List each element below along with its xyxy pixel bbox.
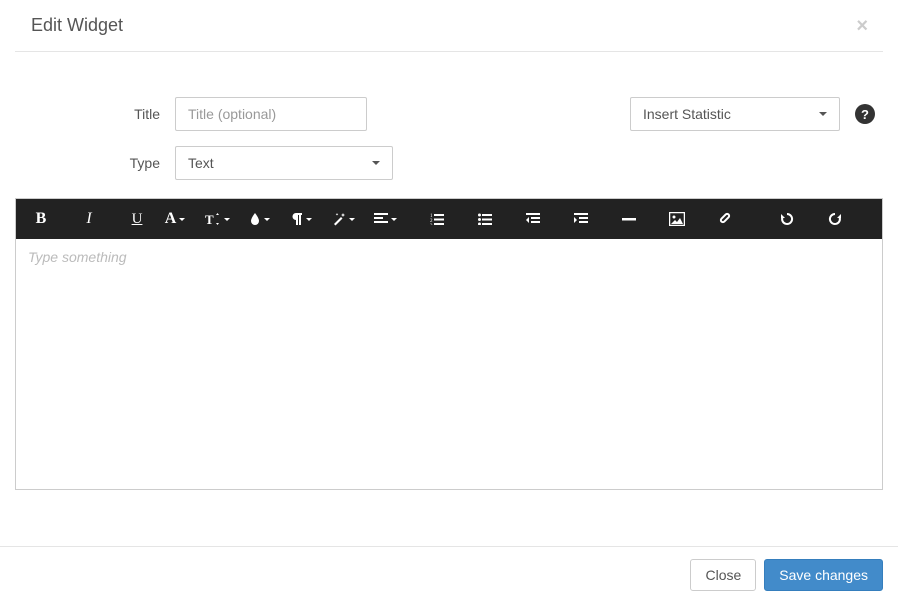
modal-body: Title Insert Statistic ? Type Text B I — [0, 52, 898, 505]
caret-down-icon — [372, 161, 380, 165]
text-color-button[interactable] — [240, 204, 278, 234]
insert-statistic-dropdown[interactable]: Insert Statistic — [630, 97, 840, 131]
modal-title: Edit Widget — [31, 15, 123, 36]
indent-button[interactable] — [566, 204, 596, 234]
type-label: Type — [15, 155, 175, 171]
chevron-down-icon — [264, 218, 270, 221]
minus-icon — [622, 213, 636, 225]
type-value: Text — [188, 155, 214, 171]
insert-image-button[interactable] — [662, 204, 692, 234]
caret-down-icon — [819, 112, 827, 116]
rich-text-editor: B I U A T — [15, 198, 883, 490]
align-button[interactable] — [366, 204, 404, 234]
redo-button[interactable] — [820, 204, 850, 234]
insert-link-button[interactable] — [710, 204, 740, 234]
modal-footer: Close Save changes — [0, 546, 898, 603]
magic-wand-icon — [332, 212, 346, 226]
list-ul-icon — [478, 213, 492, 225]
bold-button[interactable]: B — [26, 204, 56, 234]
title-row: Title Insert Statistic ? — [15, 97, 883, 131]
undo-icon — [780, 212, 794, 226]
tint-icon — [249, 212, 261, 226]
svg-text:3: 3 — [430, 224, 433, 225]
align-left-icon — [374, 213, 388, 225]
svg-text:T: T — [205, 212, 214, 226]
paragraph-format-button[interactable] — [282, 204, 320, 234]
magic-format-button[interactable] — [324, 204, 362, 234]
font-family-button[interactable]: A — [156, 204, 194, 234]
list-ol-icon: 123 — [430, 213, 444, 225]
outdent-icon — [526, 213, 540, 225]
indent-icon — [574, 213, 588, 225]
chevron-down-icon — [391, 218, 397, 221]
italic-button[interactable]: I — [74, 204, 104, 234]
type-dropdown[interactable]: Text — [175, 146, 393, 180]
unordered-list-button[interactable] — [470, 204, 500, 234]
help-icon[interactable]: ? — [855, 104, 875, 124]
editor-toolbar: B I U A T — [16, 199, 882, 239]
save-changes-button[interactable]: Save changes — [764, 559, 883, 591]
title-label: Title — [15, 106, 175, 122]
underline-button[interactable]: U — [122, 204, 152, 234]
image-icon — [669, 212, 685, 226]
editor-textarea[interactable]: Type something — [16, 239, 882, 489]
redo-icon — [828, 212, 842, 226]
title-input[interactable] — [175, 97, 367, 131]
undo-button[interactable] — [772, 204, 802, 234]
chevron-down-icon — [349, 218, 355, 221]
insert-statistic-label: Insert Statistic — [643, 106, 731, 122]
pilcrow-icon — [291, 212, 303, 226]
modal-header: Edit Widget × — [15, 0, 883, 52]
outdent-button[interactable] — [518, 204, 548, 234]
link-icon — [717, 212, 733, 226]
close-button[interactable]: Close — [690, 559, 756, 591]
ordered-list-button[interactable]: 123 — [422, 204, 452, 234]
type-row: Type Text — [15, 146, 883, 180]
chevron-down-icon — [224, 218, 230, 221]
horizontal-rule-button[interactable] — [614, 204, 644, 234]
chevron-down-icon — [179, 218, 185, 221]
chevron-down-icon — [306, 218, 312, 221]
font-size-button[interactable]: T — [198, 204, 236, 234]
close-icon[interactable]: × — [856, 16, 868, 36]
